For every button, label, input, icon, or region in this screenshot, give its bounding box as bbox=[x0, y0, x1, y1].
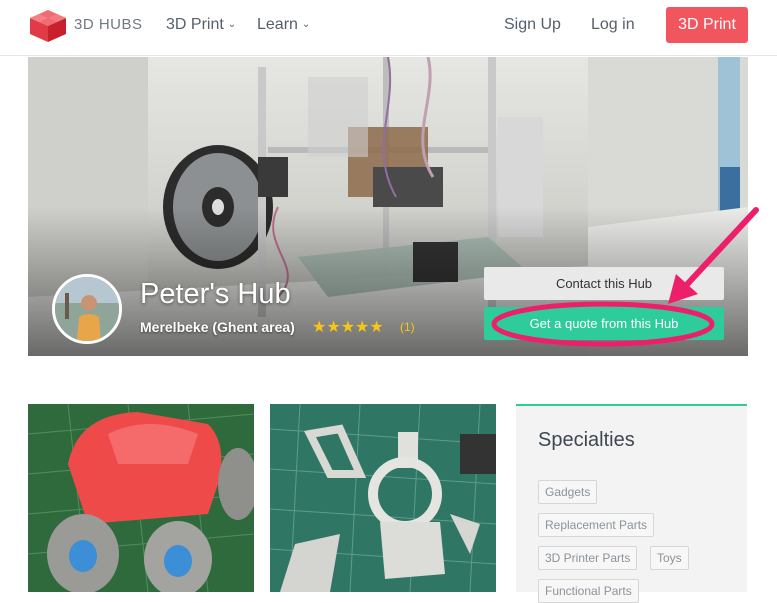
hub-owner-avatar bbox=[52, 274, 122, 344]
hub-location: Merelbeke (Ghent area) bbox=[140, 319, 295, 335]
review-count[interactable]: (1) bbox=[400, 320, 415, 334]
chevron-down-icon: ⌄ bbox=[227, 19, 237, 30]
specialty-tag[interactable]: 3D Printer Parts bbox=[538, 546, 638, 570]
specialty-tag[interactable]: Gadgets bbox=[538, 480, 598, 504]
nav-learn-label: Learn bbox=[257, 16, 298, 33]
highlight-arrow-annotation bbox=[491, 207, 759, 347]
printer-parts-photo bbox=[270, 404, 496, 592]
specialties-title: Specialties bbox=[538, 429, 635, 451]
nav-3d-print[interactable]: 3D Print ⌄ bbox=[166, 16, 236, 34]
nav-3d-print-label: 3D Print bbox=[166, 16, 224, 33]
specialty-tag[interactable]: Replacement Parts bbox=[538, 513, 655, 537]
specialty-tag[interactable]: Functional Parts bbox=[538, 579, 639, 603]
3dhubs-logo-icon[interactable] bbox=[28, 9, 68, 43]
gallery-photo-red-toy-car[interactable] bbox=[28, 404, 254, 592]
hub-name: Peter's Hub bbox=[140, 278, 291, 310]
toy-car-photo bbox=[28, 404, 254, 592]
gallery-photo-printer-parts[interactable] bbox=[270, 404, 496, 592]
brand-name[interactable]: 3D HUBS bbox=[74, 16, 143, 33]
rating-stars-icon: ★★★★★ bbox=[312, 319, 384, 336]
specialties-card: Specialties Gadgets Replacement Parts 3D… bbox=[516, 404, 747, 603]
specialty-tag[interactable]: Toys bbox=[650, 546, 689, 570]
login-link[interactable]: Log in bbox=[591, 16, 635, 34]
person-photo bbox=[55, 277, 119, 341]
signup-link[interactable]: Sign Up bbox=[504, 16, 561, 34]
chevron-down-icon: ⌄ bbox=[301, 19, 311, 30]
nav-learn[interactable]: Learn ⌄ bbox=[257, 16, 310, 34]
3d-print-cta-button[interactable]: 3D Print bbox=[666, 7, 748, 43]
top-header: 3D HUBS 3D Print ⌄ Learn ⌄ Sign Up Log in … bbox=[0, 0, 777, 56]
